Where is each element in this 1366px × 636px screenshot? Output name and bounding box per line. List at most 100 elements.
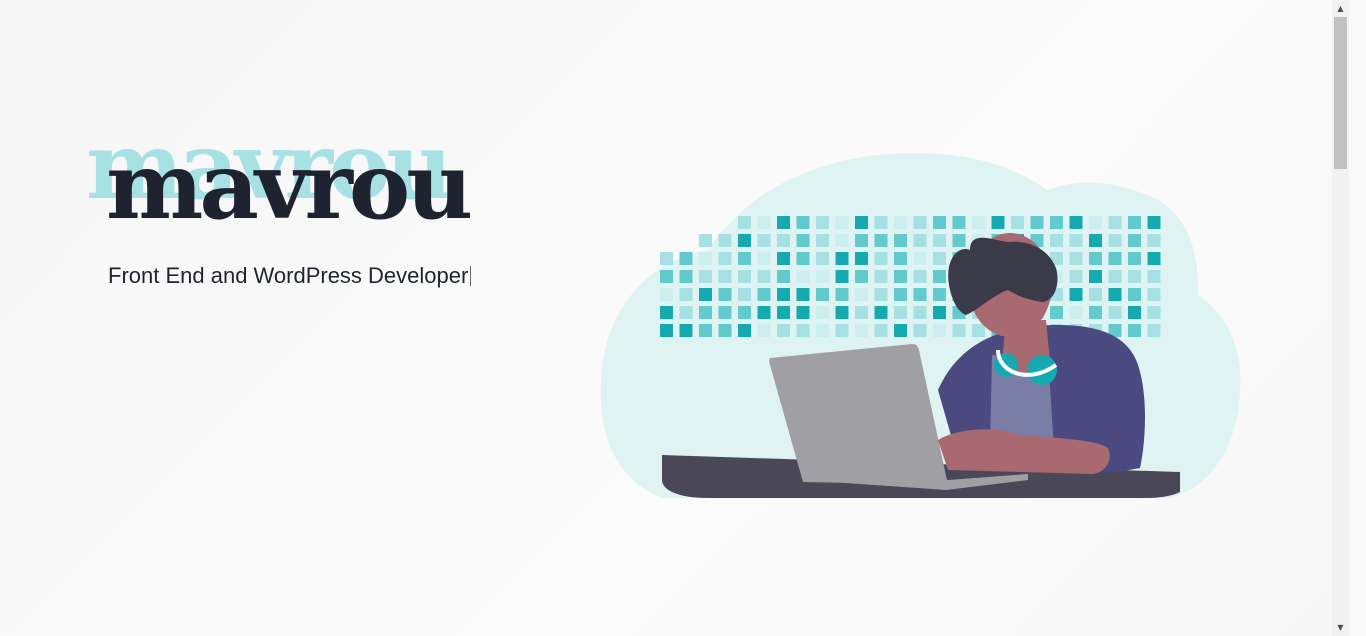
- tile: [913, 252, 927, 265]
- tile: [660, 324, 673, 337]
- tile: [874, 270, 888, 283]
- tile: [1069, 252, 1083, 265]
- tile: [738, 234, 751, 247]
- tile: [816, 234, 829, 247]
- tile: [972, 216, 985, 229]
- tile: [894, 288, 907, 301]
- tile: [933, 288, 946, 301]
- tile: [855, 252, 868, 265]
- tile: [933, 306, 946, 319]
- tile: [777, 288, 790, 301]
- tile: [1069, 270, 1083, 283]
- tile: [1147, 306, 1161, 319]
- tile: [855, 216, 868, 229]
- tile: [699, 324, 712, 337]
- tile: [835, 252, 849, 265]
- tile: [952, 234, 966, 247]
- tile: [1089, 234, 1102, 247]
- tile: [738, 252, 751, 265]
- tile: [718, 270, 732, 283]
- tile: [933, 234, 946, 247]
- tile: [835, 216, 849, 229]
- tile: [816, 288, 829, 301]
- tile: [796, 288, 810, 301]
- logo-text: mavrou: [106, 132, 473, 240]
- tile: [1069, 234, 1083, 247]
- tile: [816, 252, 829, 265]
- tile: [757, 306, 771, 319]
- tile: [1128, 270, 1141, 283]
- page-scrollbar[interactable]: ▲ ▼: [1332, 0, 1349, 636]
- tile: [1050, 234, 1063, 247]
- site-logo[interactable]: mavrou mavrou: [86, 118, 506, 232]
- tile: [835, 306, 849, 319]
- tile: [699, 252, 712, 265]
- tile: [835, 270, 849, 283]
- typing-cursor: [470, 266, 472, 286]
- tile: [1069, 216, 1083, 229]
- tile: [699, 270, 712, 283]
- tile: [816, 270, 829, 283]
- scroll-down-icon[interactable]: ▼: [1332, 619, 1349, 636]
- headphone-right: [1027, 355, 1057, 385]
- hero-tagline: Front End and WordPress Developer: [108, 263, 472, 289]
- tile: [699, 306, 712, 319]
- scroll-thumb[interactable]: [1334, 17, 1347, 169]
- tile: [1147, 324, 1161, 337]
- tile: [913, 270, 927, 283]
- tile: [816, 306, 829, 319]
- tile: [738, 306, 751, 319]
- tile: [1128, 216, 1141, 229]
- tile: [777, 216, 790, 229]
- tile: [855, 234, 868, 247]
- tile: [1128, 288, 1141, 301]
- tile: [738, 324, 751, 337]
- tile: [660, 252, 673, 265]
- tile: [933, 216, 946, 229]
- tile: [874, 288, 888, 301]
- tile: [1128, 252, 1141, 265]
- tile: [933, 270, 946, 283]
- tile: [835, 234, 849, 247]
- tile: [679, 306, 693, 319]
- tile: [1089, 252, 1102, 265]
- tile: [952, 216, 966, 229]
- tile: [1108, 306, 1122, 319]
- tile: [777, 234, 790, 247]
- tile: [894, 216, 907, 229]
- tile: [894, 234, 907, 247]
- tile: [777, 306, 790, 319]
- tile: [738, 270, 751, 283]
- tile: [991, 216, 1005, 229]
- tile: [913, 234, 927, 247]
- tagline-text: Front End and WordPress Developer: [108, 263, 469, 288]
- tile: [679, 252, 693, 265]
- tile: [933, 252, 946, 265]
- tile: [874, 324, 888, 337]
- tile: [874, 234, 888, 247]
- tile: [679, 324, 693, 337]
- tile: [1147, 252, 1161, 265]
- scroll-up-icon[interactable]: ▲: [1332, 0, 1349, 17]
- tile: [855, 270, 868, 283]
- tile: [855, 288, 868, 301]
- tile: [874, 252, 888, 265]
- tile: [1089, 216, 1102, 229]
- tile: [660, 270, 673, 283]
- tile: [777, 270, 790, 283]
- tile: [855, 324, 868, 337]
- tile: [718, 234, 732, 247]
- tile: [718, 288, 732, 301]
- tile: [777, 252, 790, 265]
- tile: [1050, 216, 1063, 229]
- tile: [738, 288, 751, 301]
- tile: [835, 324, 849, 337]
- tile: [718, 252, 732, 265]
- tile: [1147, 270, 1161, 283]
- tile: [952, 324, 966, 337]
- tile: [757, 324, 771, 337]
- tile: [757, 216, 771, 229]
- tile: [660, 306, 673, 319]
- tile: [1089, 288, 1102, 301]
- tile: [660, 288, 673, 301]
